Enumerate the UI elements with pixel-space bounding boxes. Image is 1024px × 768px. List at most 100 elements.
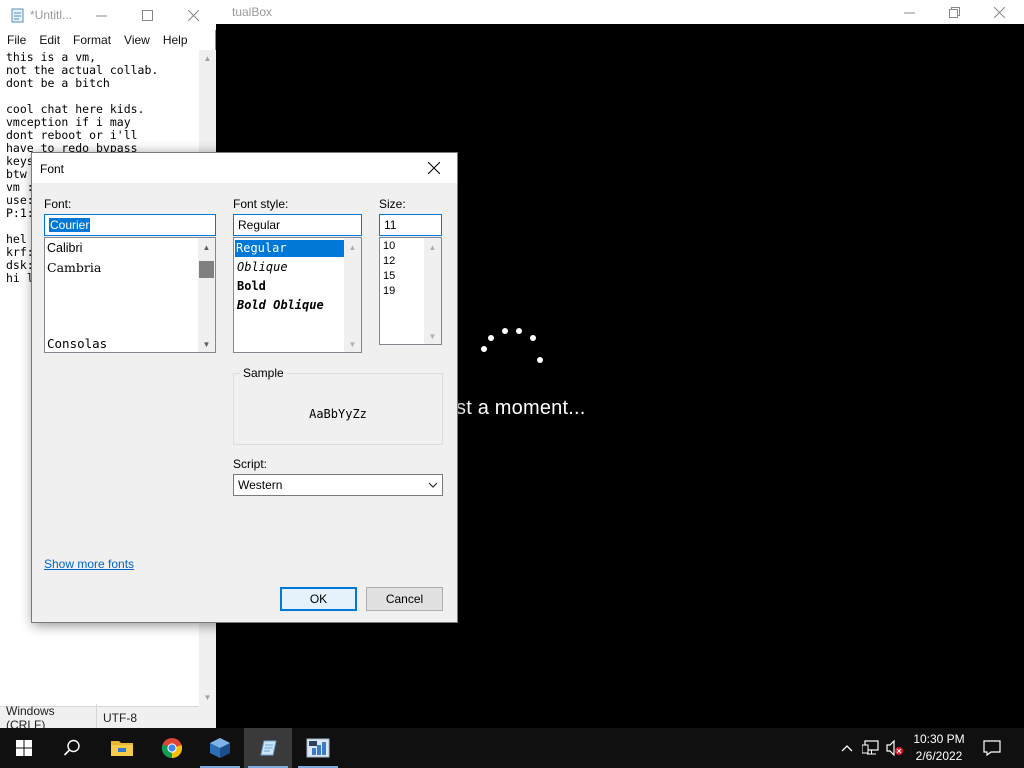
size-list[interactable]: 10 12 15 19 ▲ ▼ xyxy=(379,237,442,345)
scrollbar-corner xyxy=(199,706,216,728)
script-value: Western xyxy=(238,478,283,492)
font-style-value: Regular xyxy=(238,218,281,232)
notepad-taskbar-button[interactable] xyxy=(244,728,292,768)
volume-tray-button[interactable] xyxy=(886,740,904,756)
restore-icon xyxy=(948,6,960,18)
minimize-icon xyxy=(903,12,915,13)
minimize-button[interactable] xyxy=(886,0,932,24)
notepad-close-button[interactable] xyxy=(170,0,216,30)
notepad-maximize-button[interactable] xyxy=(124,0,170,30)
font-list[interactable]: Calibri Cambria Consolas ▲ ▼ xyxy=(44,237,216,353)
cancel-button[interactable]: Cancel xyxy=(366,587,443,611)
scroll-up-icon[interactable]: ▲ xyxy=(198,239,215,255)
ok-button[interactable]: OK xyxy=(280,587,357,611)
size-list-item[interactable]: 10 xyxy=(383,240,395,252)
scroll-up-icon[interactable]: ▲ xyxy=(344,239,361,255)
network-tray-button[interactable] xyxy=(862,740,880,756)
chrome-button[interactable] xyxy=(148,728,196,768)
font-dialog-close-button[interactable] xyxy=(411,153,457,183)
font-name-value: Courier xyxy=(49,218,91,232)
font-dialog: Font Font: Courier Calibri Cambria Conso… xyxy=(31,152,458,623)
action-center-button[interactable] xyxy=(982,740,1002,756)
scroll-down-icon[interactable]: ▼ xyxy=(424,328,441,344)
notepad-icon xyxy=(260,740,277,756)
loading-spinner-icon xyxy=(478,322,548,372)
notepad-minimize-button[interactable] xyxy=(78,0,124,30)
script-label: Script: xyxy=(233,457,268,471)
size-list-item[interactable]: 19 xyxy=(383,285,395,297)
network-icon xyxy=(862,740,879,755)
size-input[interactable]: 11 xyxy=(379,214,442,236)
scroll-up-icon[interactable]: ▲ xyxy=(424,239,441,255)
scroll-down-icon[interactable]: ▼ xyxy=(199,689,216,706)
volume-muted-icon xyxy=(886,740,903,756)
virtualbox-title: tualBox xyxy=(232,5,273,19)
windows-start-icon xyxy=(16,740,32,756)
notepad-text-line: dont be a bitch xyxy=(6,76,110,90)
font-style-label: Font style: xyxy=(233,197,289,211)
font-name-input[interactable]: Courier xyxy=(44,214,216,236)
scroll-up-icon[interactable]: ▲ xyxy=(199,50,216,67)
close-button[interactable] xyxy=(976,0,1022,24)
search-button[interactable] xyxy=(48,728,96,768)
notepad-titlebar[interactable]: *Untitl... xyxy=(0,0,216,30)
sample-group: Sample AaBbYyZz xyxy=(233,366,443,445)
notepad-title: *Untitl... xyxy=(30,8,73,22)
encoding-status: UTF-8 xyxy=(103,710,137,725)
system-info-taskbar-button[interactable] xyxy=(294,728,342,768)
font-style-item-bold-oblique[interactable]: Bold Oblique xyxy=(237,298,324,312)
taskbar-clock[interactable]: 10:30 PM 2/6/2022 xyxy=(910,731,968,765)
script-select[interactable]: Western xyxy=(233,474,443,496)
clock-date: 2/6/2022 xyxy=(915,749,963,763)
scroll-thumb[interactable] xyxy=(199,261,214,278)
notepad-statusbar: Windows (CRLF) UTF-8 xyxy=(0,703,199,732)
notification-icon xyxy=(983,740,1001,756)
show-hidden-icons-button[interactable] xyxy=(838,740,856,756)
font-dialog-title: Font xyxy=(40,162,65,176)
font-list-item[interactable]: Consolas xyxy=(47,336,107,351)
show-more-fonts-link[interactable]: Show more fonts xyxy=(44,557,134,571)
font-list-scrollbar[interactable]: ▲ ▼ xyxy=(198,238,215,352)
close-icon xyxy=(428,162,440,174)
vm-status-message: st a moment... xyxy=(456,397,586,419)
chevron-down-icon xyxy=(428,482,438,488)
chrome-icon xyxy=(161,738,183,759)
font-style-item-regular[interactable]: Regular xyxy=(235,240,344,257)
size-list-scrollbar[interactable]: ▲ ▼ xyxy=(424,238,441,344)
size-value: 11 xyxy=(384,218,397,232)
menu-edit[interactable]: Edit xyxy=(32,30,66,50)
restore-button[interactable] xyxy=(931,0,977,24)
font-dialog-titlebar[interactable]: Font xyxy=(32,153,457,183)
system-info-icon xyxy=(306,738,330,758)
minimize-icon xyxy=(95,15,107,16)
menu-format[interactable]: Format xyxy=(66,30,117,50)
font-label: Font: xyxy=(44,197,72,211)
menu-file[interactable]: File xyxy=(0,30,32,50)
scroll-down-icon[interactable]: ▼ xyxy=(198,336,215,352)
menu-view[interactable]: View xyxy=(117,30,156,50)
font-style-input[interactable]: Regular xyxy=(233,214,362,236)
size-label: Size: xyxy=(379,197,406,211)
font-style-item-oblique[interactable]: Oblique xyxy=(237,260,288,274)
start-button[interactable] xyxy=(0,728,48,768)
scroll-down-icon[interactable]: ▼ xyxy=(344,336,361,352)
taskbar: 10:30 PM 2/6/2022 xyxy=(0,728,1024,768)
font-style-list-scrollbar[interactable]: ▲ ▼ xyxy=(344,238,361,352)
file-explorer-icon xyxy=(111,741,133,756)
font-style-item-bold[interactable]: Bold xyxy=(237,279,266,293)
close-icon xyxy=(187,9,199,21)
font-list-item[interactable]: Calibri xyxy=(47,241,82,255)
clock-time: 10:30 PM xyxy=(913,732,965,746)
close-icon xyxy=(993,6,1005,18)
chevron-up-icon xyxy=(841,745,853,752)
size-list-item[interactable]: 15 xyxy=(383,270,395,282)
size-list-item[interactable]: 12 xyxy=(383,255,395,267)
sample-preview: AaBbYyZz xyxy=(309,407,367,421)
virtualbox-taskbar-button[interactable] xyxy=(196,728,244,768)
font-list-item[interactable]: Cambria xyxy=(47,260,101,275)
font-style-list[interactable]: Regular Oblique Bold Bold Oblique ▲ ▼ xyxy=(233,237,362,353)
maximize-icon xyxy=(141,9,153,21)
sample-label: Sample xyxy=(240,366,287,380)
file-explorer-button[interactable] xyxy=(98,728,146,768)
menu-help[interactable]: Help xyxy=(156,30,194,50)
